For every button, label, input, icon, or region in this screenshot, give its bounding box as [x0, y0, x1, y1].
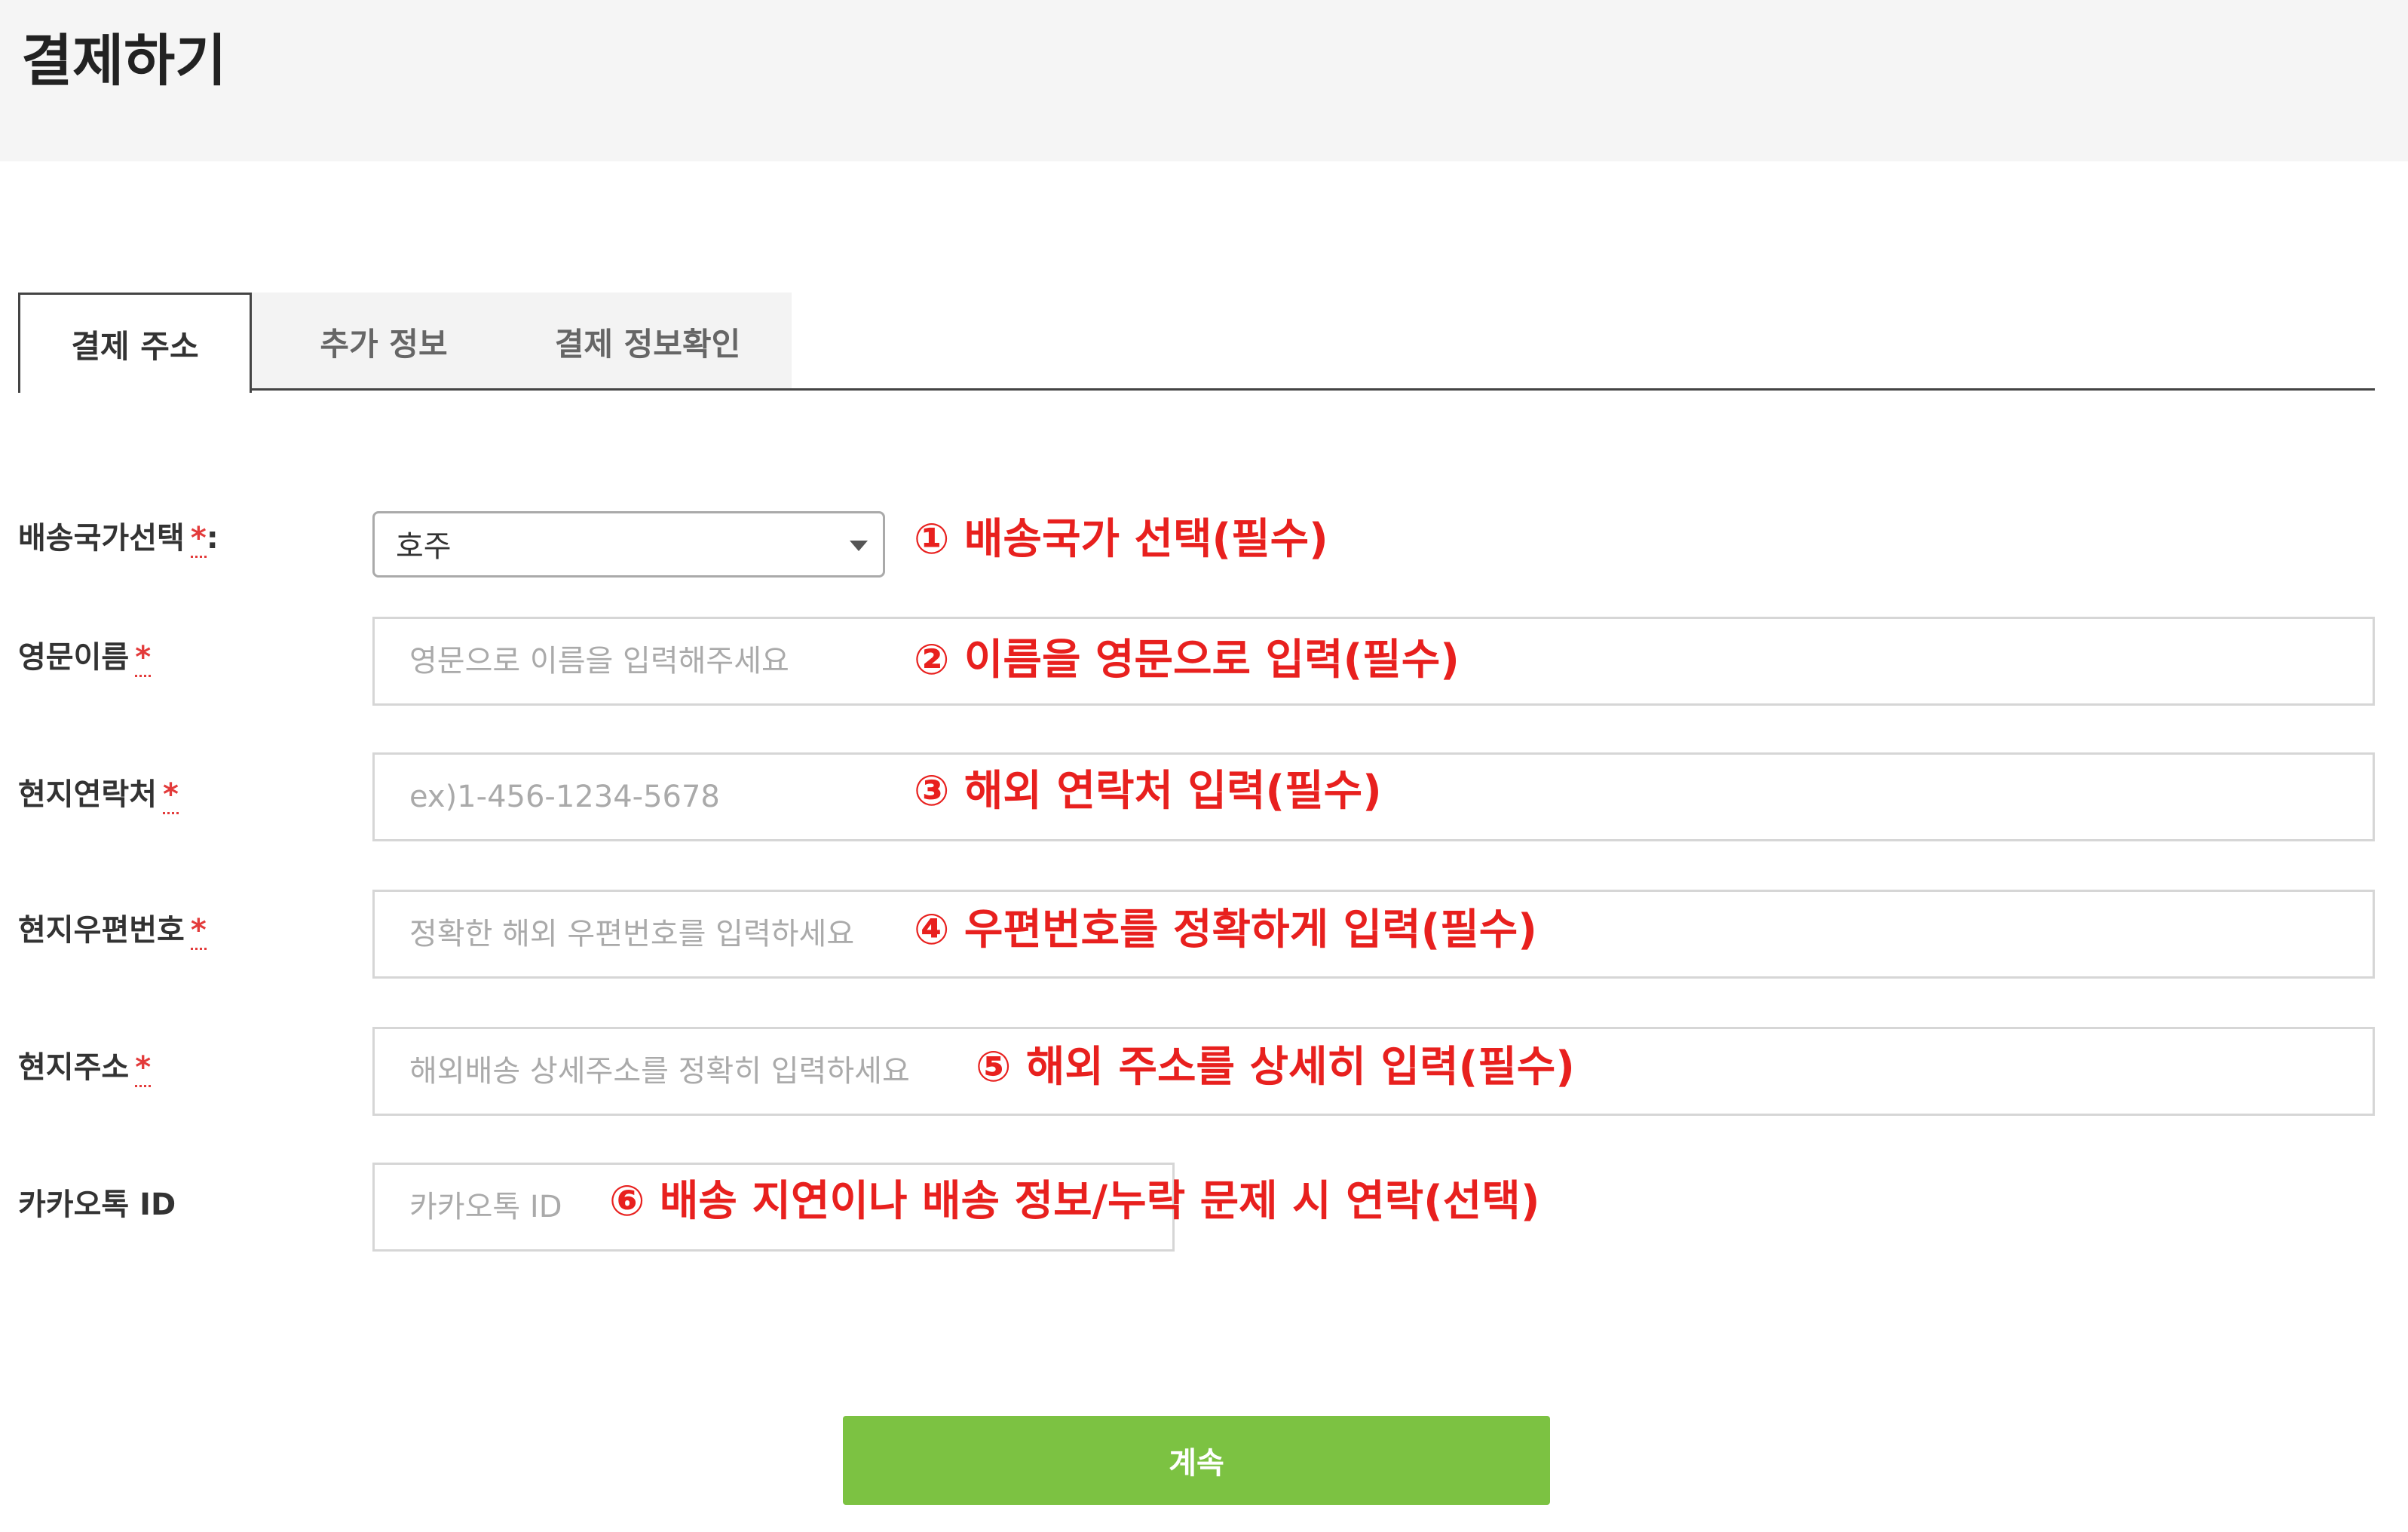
page-header: 결제하기 [0, 0, 2408, 161]
chevron-down-icon [850, 541, 868, 551]
required-mark: * [190, 913, 207, 950]
country-label: 배송국가선택 *: [18, 521, 219, 558]
page-title: 결제하기 [21, 29, 227, 93]
kakao-id-label: 카카오톡 ID [18, 1190, 176, 1220]
postal-code-input[interactable] [372, 890, 2375, 979]
country-select-value: 호주 [396, 529, 452, 564]
postal-code-label-text: 현지우편번호 [18, 913, 185, 948]
english-name-label-text: 영문이름 [18, 640, 130, 675]
phone-input[interactable] [372, 752, 2375, 841]
required-mark: * [135, 1050, 152, 1087]
checkout-tabs: 결제 주소 추가 정보 결제 정보확인 [18, 293, 2375, 393]
phone-label-text: 현지연락처 [18, 777, 157, 812]
required-mark: * [190, 521, 207, 558]
continue-button[interactable]: 계속 [843, 1416, 1550, 1505]
english-name-input[interactable] [372, 617, 2375, 706]
kakao-id-label-text: 카카오톡 ID [18, 1187, 176, 1222]
required-mark: * [135, 640, 152, 677]
tab-payment-confirm[interactable]: 결제 정보확인 [516, 293, 780, 391]
postal-code-label: 현지우편번호 * [18, 913, 207, 950]
country-note: ① 배송국가 선택(필수) [914, 515, 1328, 564]
address-input[interactable] [372, 1027, 2375, 1116]
address-label-text: 현지주소 [18, 1050, 130, 1085]
tab-billing-address[interactable]: 결제 주소 [18, 293, 252, 393]
english-name-label: 영문이름 * [18, 640, 152, 677]
tab-additional-info[interactable]: 추가 정보 [274, 293, 493, 391]
country-select[interactable]: 호주 [372, 511, 885, 578]
address-label: 현지주소 * [18, 1050, 152, 1087]
required-mark: * [163, 777, 179, 814]
label-colon: : [206, 521, 219, 556]
country-label-text: 배송국가선택 [18, 521, 185, 556]
kakao-id-input[interactable] [372, 1163, 1175, 1252]
phone-label: 현지연락처 * [18, 777, 179, 814]
